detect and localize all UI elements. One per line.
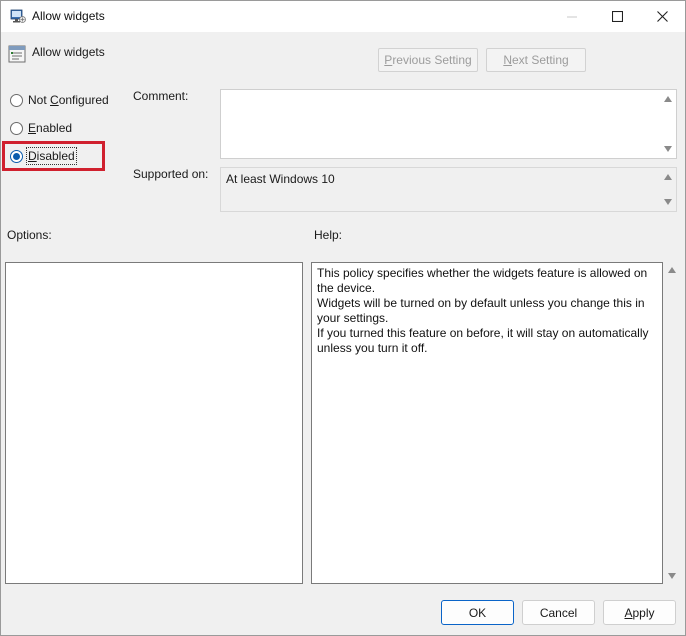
close-button[interactable] (639, 1, 685, 32)
radio-label-not-configured: Not Configured (28, 93, 109, 107)
policy-title: Allow widgets (32, 45, 105, 59)
radio-not-configured[interactable]: Not Configured (10, 93, 109, 107)
comment-label: Comment: (133, 89, 189, 103)
window-title: Allow widgets (32, 9, 105, 23)
policy-dialog: Allow widgets Allow widgets Previous Set… (0, 0, 686, 636)
supported-on-label: Supported on: (133, 167, 209, 181)
supported-scroll-down[interactable] (662, 196, 674, 208)
triangle-down-icon (664, 199, 672, 205)
help-label: Help: (314, 228, 343, 242)
radio-enabled[interactable]: Enabled (10, 121, 72, 135)
help-scroll-down[interactable] (666, 570, 678, 582)
triangle-down-icon (668, 573, 676, 579)
help-paragraph: This policy specifies whether the widget… (317, 266, 648, 295)
apply-label: Apply (624, 605, 655, 620)
radio-button-enabled[interactable] (10, 121, 23, 135)
policy-app-icon (10, 8, 26, 24)
supported-on-box[interactable]: At least Windows 10 (220, 167, 677, 212)
cancel-button[interactable]: Cancel (522, 600, 595, 625)
previous-setting-button[interactable]: Previous Setting (378, 48, 478, 72)
supported-on-text: At least Windows 10 (226, 172, 335, 186)
minimize-icon (567, 16, 577, 17)
policy-setting-icon (8, 45, 26, 63)
radio-label-enabled: Enabled (28, 121, 73, 135)
triangle-up-icon (668, 267, 676, 273)
comment-scroll-down[interactable] (662, 143, 674, 155)
help-scroll-up[interactable] (666, 264, 678, 276)
triangle-down-icon (664, 146, 672, 152)
minimize-button[interactable] (549, 1, 595, 32)
triangle-up-icon (664, 174, 672, 180)
radio-label-disabled: Disabled (26, 147, 77, 165)
maximize-icon (611, 11, 623, 22)
triangle-up-icon (664, 96, 672, 102)
next-setting-button[interactable]: Next Setting (486, 48, 586, 72)
close-icon (656, 11, 668, 22)
comment-textbox[interactable] (220, 89, 677, 159)
options-label: Options: (7, 228, 52, 242)
maximize-button[interactable] (594, 1, 640, 32)
help-paragraph: If you turned this feature on before, it… (317, 326, 649, 355)
radio-button-not-configured[interactable] (10, 93, 23, 107)
comment-scroll-up[interactable] (662, 93, 674, 105)
help-paragraph: Widgets will be turned on by default unl… (317, 296, 645, 325)
title-bar[interactable]: Allow widgets (1, 1, 685, 32)
options-panel[interactable] (5, 262, 303, 584)
apply-button[interactable]: Apply (603, 600, 676, 625)
radio-disabled[interactable]: Disabled (10, 147, 77, 165)
next-setting-label: Next Setting (503, 53, 569, 67)
supported-scroll-up[interactable] (662, 171, 674, 183)
ok-button[interactable]: OK (441, 600, 514, 625)
radio-button-disabled[interactable] (10, 149, 23, 163)
help-panel[interactable]: This policy specifies whether the widget… (311, 262, 663, 584)
previous-setting-label: Previous Setting (384, 53, 472, 67)
help-text: This policy specifies whether the widget… (317, 266, 657, 356)
